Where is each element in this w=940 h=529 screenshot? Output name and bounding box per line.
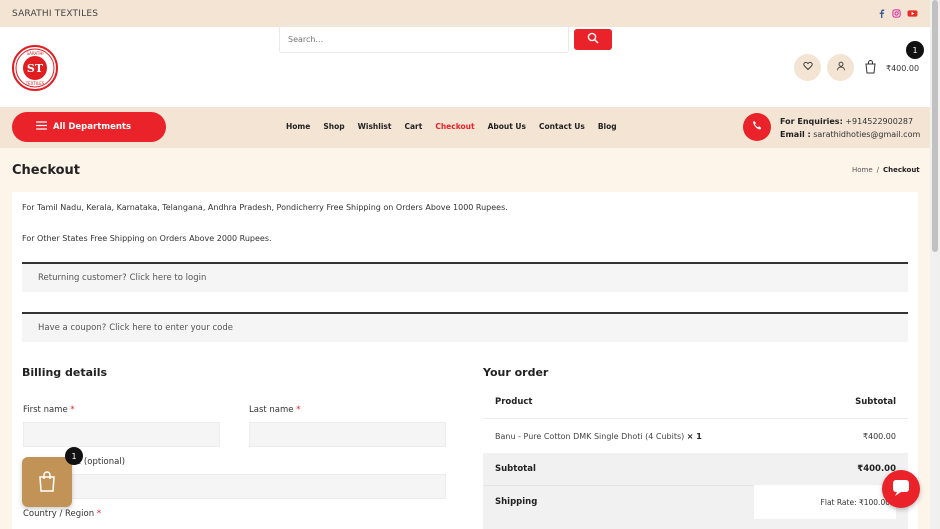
page-title: Checkout: [12, 163, 81, 178]
phone-icon: [752, 120, 763, 134]
svg-text:SARATHI: SARATHI: [26, 51, 43, 56]
scrollbar-thumb[interactable]: [932, 0, 938, 252]
country-label: Country / Region *: [23, 509, 102, 519]
floating-cart-count: 1: [65, 447, 83, 465]
shipping-label: Shipping: [495, 497, 538, 507]
order-table-header: Product Subtotal: [483, 386, 908, 418]
all-departments-button[interactable]: All Departments: [12, 112, 166, 142]
shipping-notice-1: For Tamil Nadu, Kerala, Karnataka, Telan…: [22, 203, 508, 212]
cart-count-badge: 1: [906, 41, 924, 59]
shopping-bag-icon: [37, 470, 57, 495]
floating-cart-button[interactable]: [22, 457, 72, 507]
nav-item-cart[interactable]: Cart: [404, 122, 422, 131]
company-name-label: e (optional): [76, 457, 126, 467]
coupon-text: Have a coupon?: [38, 323, 107, 333]
page-scrollbar[interactable]: [930, 0, 940, 529]
nav-item-wishlist[interactable]: Wishlist: [358, 122, 392, 131]
col-product: Product: [495, 397, 533, 407]
breadcrumb-current: Checkout: [883, 166, 920, 174]
nav-item-blog[interactable]: Blog: [598, 122, 617, 131]
account-button[interactable]: [827, 54, 854, 81]
site-logo[interactable]: ST SARATHI TEXTILES: [12, 45, 58, 91]
chat-icon: [891, 478, 911, 501]
shipping-notice-2: For Other States Free Shipping on Orders…: [22, 234, 272, 243]
breadcrumb-separator: /: [876, 166, 880, 174]
order-review-table: Product Subtotal Banu - Pure Cotton DMK …: [483, 386, 908, 529]
svg-text:TEXTILES: TEXTILES: [25, 81, 45, 86]
search-input[interactable]: [288, 34, 558, 44]
email-label: Email :: [780, 130, 811, 139]
social-links: [877, 9, 918, 18]
contact-info: For Enquiries: +914522900287 Email : sar…: [780, 115, 920, 141]
subtotal-row: Subtotal ₹400.00: [483, 453, 908, 485]
instagram-icon[interactable]: [892, 9, 901, 18]
contact-email[interactable]: sarathidhoties@gmail.com: [813, 130, 920, 139]
cart-icon: [863, 59, 878, 77]
youtube-icon[interactable]: [907, 9, 918, 18]
nav-item-shop[interactable]: Shop: [323, 122, 344, 131]
breadcrumb-home[interactable]: Home: [852, 166, 873, 174]
facebook-icon[interactable]: [877, 9, 886, 18]
coupon-notice: Have a coupon? Click here to enter your …: [22, 312, 908, 342]
returning-text: Returning customer?: [38, 273, 127, 283]
search-bar: [279, 25, 569, 53]
heart-icon: [802, 61, 813, 74]
user-icon: [836, 61, 846, 74]
main-navbar: All Departments Home Shop Wishlist Cart …: [0, 107, 930, 148]
all-departments-label: All Departments: [53, 122, 132, 132]
nav-menu: Home Shop Wishlist Cart Checkout About U…: [286, 122, 617, 131]
subtotal-label: Subtotal: [495, 464, 536, 474]
top-bar: SARATHI TEXTILES: [0, 0, 930, 27]
cart-amount: ₹400.00: [886, 63, 920, 73]
order-heading: Your order: [483, 366, 549, 379]
shipping-value: Flat Rate: ₹100.00: [820, 497, 890, 507]
phone-button[interactable]: [743, 113, 771, 141]
hamburger-icon: [36, 121, 47, 133]
company-name-field[interactable]: [23, 474, 446, 499]
enquiry-phone[interactable]: +914522900287: [845, 117, 913, 126]
nav-item-checkout[interactable]: Checkout: [435, 122, 474, 131]
enquiry-label: For Enquiries:: [780, 117, 843, 126]
last-name-field[interactable]: [249, 422, 446, 447]
order-item-row: Banu - Pure Cotton DMK Single Dhoti (4 C…: [483, 419, 908, 453]
billing-heading: Billing details: [22, 366, 108, 379]
nav-item-about-us[interactable]: About Us: [488, 122, 526, 131]
last-name-label: Last name *: [249, 405, 301, 415]
first-name-label: First name *: [23, 405, 75, 415]
search-icon: [587, 32, 599, 47]
nav-item-home[interactable]: Home: [286, 122, 310, 131]
returning-customer-notice: Returning customer? Click here to login: [22, 262, 908, 292]
login-link[interactable]: Click here to login: [130, 273, 207, 283]
col-subtotal: Subtotal: [855, 397, 896, 407]
order-item-name: Banu - Pure Cotton DMK Single Dhoti (4 C…: [495, 431, 702, 441]
chat-button[interactable]: [882, 470, 920, 508]
search-button[interactable]: [574, 29, 612, 50]
checkout-content: For Tamil Nadu, Kerala, Karnataka, Telan…: [12, 192, 918, 529]
shipping-option[interactable]: Flat Rate: ₹100.00: [754, 485, 896, 519]
breadcrumb: Home / Checkout: [852, 166, 920, 174]
order-item-price: ₹400.00: [862, 431, 896, 441]
nav-item-contact-us[interactable]: Contact Us: [539, 122, 585, 131]
top-brand-text: SARATHI TEXTILES: [12, 8, 99, 19]
header-cart[interactable]: ₹400.00: [863, 59, 919, 77]
first-name-field[interactable]: [23, 422, 220, 447]
coupon-link[interactable]: Click here to enter your code: [109, 323, 233, 333]
svg-text:ST: ST: [27, 62, 44, 75]
wishlist-button[interactable]: [794, 54, 821, 81]
